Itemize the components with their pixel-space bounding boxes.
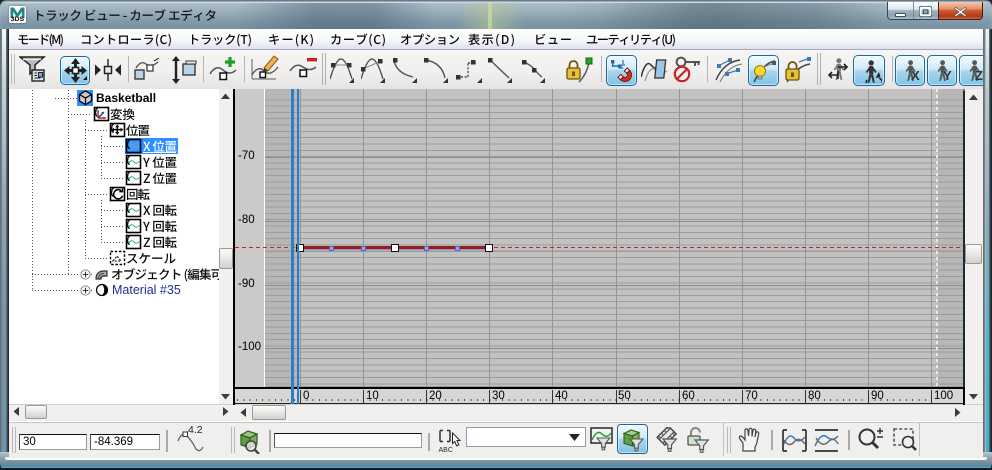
svg-text:Z: Z [975,68,983,83]
svg-text:Y: Y [943,68,952,83]
svg-text:X: X [911,68,920,83]
svg-text:ABC: ABC [439,447,453,454]
